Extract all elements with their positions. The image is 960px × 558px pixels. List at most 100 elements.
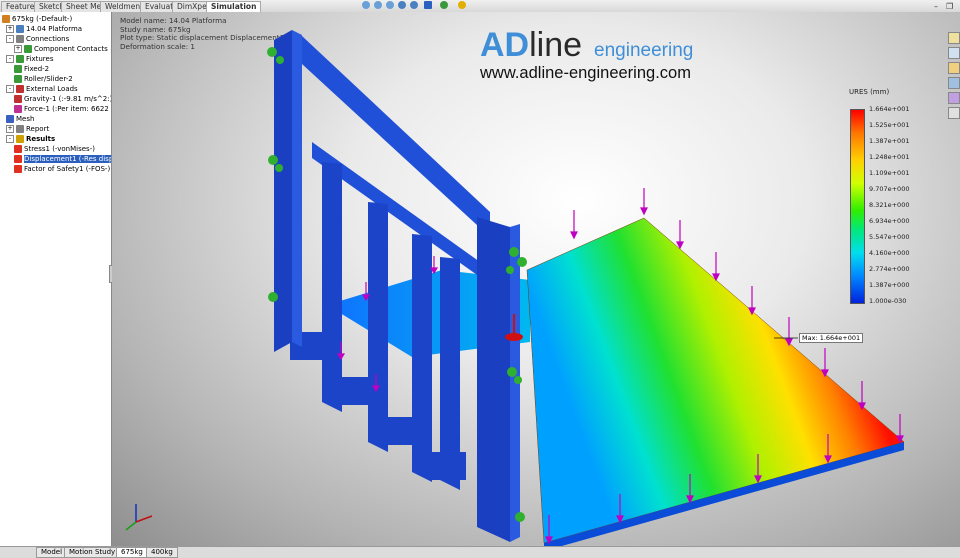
tree-expander[interactable]: - [6, 135, 14, 143]
tree-item[interactable]: + Report [6, 124, 49, 134]
tree-item[interactable]: Factor of Safety1 (-FOS-) [14, 164, 110, 174]
tree-item-label: Force-1 (:Per item: 6622 N:) [24, 105, 112, 113]
color-legend-bar[interactable] [850, 109, 865, 304]
display-style-icon[interactable] [440, 1, 448, 9]
tree-node-icon [14, 105, 22, 113]
restore-icon[interactable]: ❐ [946, 2, 953, 11]
legend-tick-label: 1.525e+001 [869, 121, 910, 129]
appearance-icon[interactable] [458, 1, 466, 9]
tree-item[interactable]: Roller/Slider-2 [14, 74, 73, 84]
view-palette-icon[interactable] [948, 77, 960, 89]
brand-logo: ADline engineering [480, 26, 693, 65]
frame-vertical [412, 234, 432, 482]
tree-expander[interactable]: - [6, 55, 14, 63]
frame-post-right [477, 217, 510, 542]
zoom-fit-icon[interactable] [362, 1, 370, 9]
tree-node-icon [2, 15, 10, 23]
frame-post-left [274, 30, 292, 352]
tree-item-label: Fixtures [26, 55, 54, 63]
brand-line: line [529, 26, 583, 64]
tree-node-icon [14, 95, 22, 103]
tree-node-icon [16, 25, 24, 33]
legend-tick-label: 5.547e+000 [869, 233, 910, 241]
tab-simulation[interactable]: Simulation [206, 1, 262, 12]
fea-model-render[interactable] [112, 12, 960, 546]
legend-tick-label: 2.774e+000 [869, 265, 910, 273]
tree-expander[interactable]: + [6, 125, 14, 133]
tree-item[interactable]: Fixed-2 [14, 64, 49, 74]
tree-node-icon [14, 165, 22, 173]
graphics-area[interactable]: Model name: 14.04 Platforma Study name: … [112, 12, 960, 546]
tree-item[interactable]: - External Loads [6, 84, 78, 94]
section-view-icon[interactable] [410, 1, 418, 9]
design-library-icon[interactable] [948, 47, 960, 59]
tree-item[interactable]: Displacement1 (-Res disp-) [14, 154, 111, 164]
tree-item[interactable]: Force-1 (:Per item: 6622 N:) [14, 104, 112, 114]
tree-node-icon [14, 145, 22, 153]
tree-item[interactable]: Mesh [6, 114, 34, 124]
tree-item[interactable]: Gravity-1 (:-9.81 m/s^2:) [14, 94, 111, 104]
tree-item-label: Mesh [16, 115, 35, 123]
zoom-area-icon[interactable] [374, 1, 382, 9]
tree-item-label: External Loads [26, 85, 78, 93]
document-tab-675kg[interactable]: 675kg [116, 547, 148, 558]
tree-item-label: Fixed-2 [24, 65, 50, 73]
tree-item[interactable]: 675kg (-Default-) [2, 14, 72, 24]
frame-post-left-side [292, 30, 302, 347]
frame-vertical [368, 202, 388, 452]
resources-icon[interactable] [948, 32, 960, 44]
tree-expander[interactable]: + [6, 25, 14, 33]
tree-node-icon [6, 115, 14, 123]
legend-tick-label: 1.387e+000 [869, 281, 910, 289]
brand-url: www.adline-engineering.com [480, 64, 691, 82]
document-tab-model[interactable]: Model [36, 547, 68, 558]
pan-icon[interactable] [386, 1, 394, 9]
tree-expander[interactable]: - [6, 85, 14, 93]
base-runner [337, 377, 373, 405]
document-tabs-bar: Model Motion Study 1 675kg 400kg [0, 546, 960, 558]
tree-node-icon [16, 85, 24, 93]
gravity-base [505, 333, 523, 341]
tree-node-icon [16, 125, 24, 133]
frame-vertical [322, 162, 342, 412]
tree-item-label: Roller/Slider-2 [24, 75, 73, 83]
tree-item[interactable]: +14.04 Platforma [6, 24, 82, 34]
document-tab-400kg[interactable]: 400kg [146, 547, 178, 558]
legend-tick-label: 1.109e+001 [869, 169, 910, 177]
tree-item[interactable]: - Results [6, 134, 55, 144]
frame-vertical [440, 257, 460, 490]
tree-item[interactable]: Stress1 (-vonMises-) [14, 144, 95, 154]
appearances-icon[interactable] [948, 92, 960, 104]
tree-item[interactable]: - Connections [6, 34, 69, 44]
view-orientation-icon[interactable] [424, 1, 432, 9]
legend-tick-label: 4.160e+000 [869, 249, 910, 257]
tree-node-icon [16, 135, 24, 143]
tree-item[interactable]: - Fixtures [6, 54, 53, 64]
tree-expander[interactable]: - [6, 35, 14, 43]
tree-node-icon [16, 55, 24, 63]
legend-tick-label: 1.248e+001 [869, 153, 910, 161]
tree-node-icon [14, 155, 22, 163]
custom-properties-icon[interactable] [948, 107, 960, 119]
tree-node-icon [16, 35, 24, 43]
tree-item-label: Stress1 (-vonMises-) [24, 145, 95, 153]
legend-title: URES (mm) [849, 88, 890, 96]
legend-tick-label: 8.321e+000 [869, 201, 910, 209]
tree-item-label: Report [26, 125, 50, 133]
rotate-icon[interactable] [398, 1, 406, 9]
tree-item-label: Displacement1 (-Res disp-) [24, 155, 111, 163]
tree-expander[interactable]: + [14, 45, 22, 53]
legend-tick-label: 6.934e+000 [869, 217, 910, 225]
max-value-label[interactable]: Max: 1.664e+001 [799, 333, 864, 343]
tree-item-label: Connections [26, 35, 70, 43]
legend-tick-label: 9.707e+000 [869, 185, 910, 193]
file-explorer-icon[interactable] [948, 62, 960, 74]
tree-node-icon [14, 75, 22, 83]
tree-item-label: Factor of Safety1 (-FOS-) [24, 165, 111, 173]
tree-item-label: 675kg (-Default-) [12, 15, 73, 23]
tree-node-icon [14, 65, 22, 73]
task-pane-tabs [948, 32, 960, 122]
minimize-icon[interactable]: – [934, 2, 938, 11]
tree-item[interactable]: + Component Contacts [14, 44, 108, 54]
tree-item-label: 14.04 Platforma [26, 25, 83, 33]
